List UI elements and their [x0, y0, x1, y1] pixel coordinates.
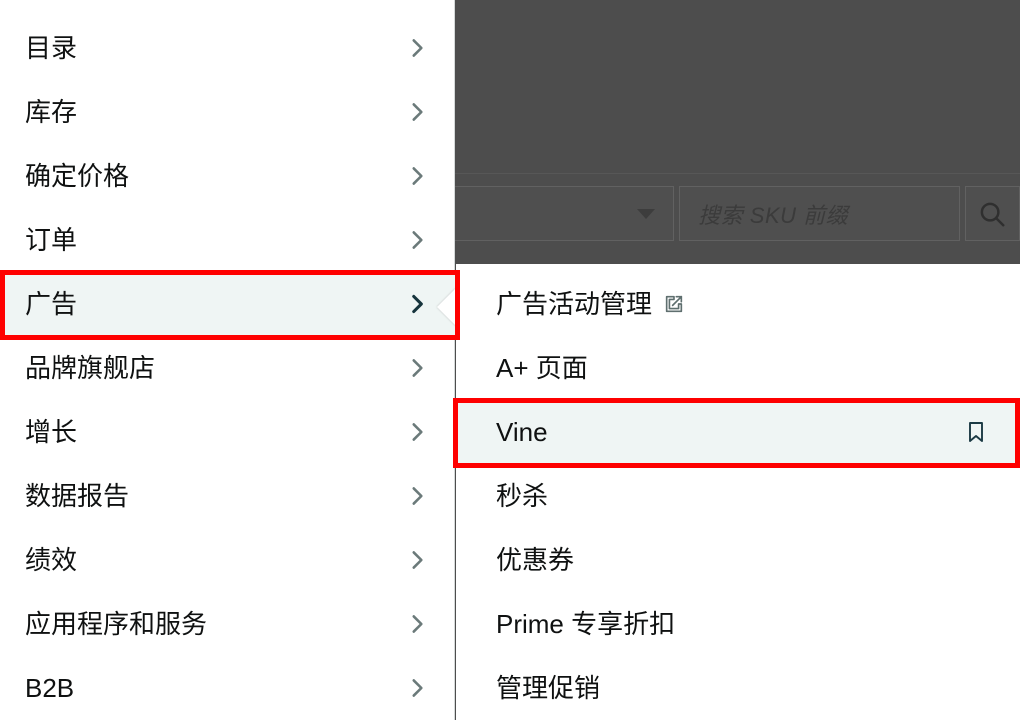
sidebar-item-1[interactable]: 目录 [0, 16, 455, 80]
submenu-item-label: 优惠券 [496, 545, 575, 575]
sidebar-item-label: 数据报告 [25, 481, 130, 511]
sidebar-item-7[interactable]: 增长 [0, 400, 455, 464]
sidebar-item-9[interactable]: 绩效 [0, 528, 455, 592]
chevron-right-icon [412, 294, 423, 314]
sidebar-item-10[interactable]: 应用程序和服务 [0, 592, 455, 656]
submenu-item-label-wrap: 广告活动管理 [496, 291, 988, 317]
chevron-right-icon [412, 551, 423, 569]
sidebar-item-2[interactable]: 库存 [0, 80, 455, 144]
sidebar-item-label: 目录 [25, 33, 78, 63]
chevron-right-icon [404, 35, 430, 61]
chevron-right-icon [404, 163, 430, 189]
search-button[interactable] [964, 186, 1020, 241]
search-input[interactable]: 搜索 SKU 前缀 [679, 186, 960, 241]
sidebar-item-11[interactable]: B2B [0, 656, 455, 720]
sidebar-item-label: 应用程序和服务 [25, 609, 208, 639]
sidebar-item-5[interactable]: 广告 [0, 272, 455, 336]
submenu-item-label-wrap: Vine [496, 419, 964, 445]
advertising-submenu-panel[interactable]: 广告活动管理 A+ 页面 Vine 秒杀优惠券 Prime 专享折扣 管理促销 [456, 264, 1020, 720]
chevron-right-icon [404, 675, 430, 701]
sidebar-item-label: 订单 [25, 225, 78, 255]
search-input-placeholder: 搜索 SKU 前缀 [698, 202, 849, 228]
submenu-item-label-wrap: 管理促销 [496, 675, 988, 701]
submenu-item-label-wrap: 秒杀 [496, 483, 988, 509]
chevron-right-icon [404, 227, 430, 253]
submenu-item-label-wrap: Prime 专享折扣 [496, 611, 988, 637]
sidebar-item-label: 绩效 [25, 545, 78, 575]
chevron-right-icon [412, 487, 423, 505]
submenu-item-3[interactable]: Vine [456, 400, 1020, 464]
sidebar-item-label: 广告 [25, 289, 78, 319]
chevron-right-icon [412, 167, 423, 185]
search-icon [981, 202, 1005, 226]
chevron-right-icon [412, 359, 423, 377]
sidebar-item-4[interactable]: 订单 [0, 208, 455, 272]
chevron-down-icon [637, 208, 656, 219]
sidebar-item-3[interactable]: 确定价格 [0, 144, 455, 208]
sidebar-item-label: 增长 [25, 417, 78, 447]
chevron-right-icon [412, 231, 423, 249]
submenu-item-label: Prime 专享折扣 [496, 609, 676, 639]
submenu-item-4[interactable]: 秒杀 [456, 464, 1020, 528]
submenu-item-label-wrap: 优惠券 [496, 547, 988, 573]
submenu-item-1[interactable]: 广告活动管理 [456, 272, 1020, 336]
chevron-right-icon [404, 355, 430, 381]
chevron-right-icon [412, 615, 423, 633]
submenu-item-5[interactable]: 优惠券 [456, 528, 1020, 592]
chevron-right-icon [412, 103, 423, 121]
sidebar-item-8[interactable]: 数据报告 [0, 464, 455, 528]
submenu-item-label-wrap: A+ 页面 [496, 355, 988, 381]
submenu-item-label: Vine [496, 417, 548, 447]
submenu-item-label: 广告活动管理 [496, 289, 653, 319]
submenu-item-label: A+ 页面 [496, 353, 588, 383]
sidebar-item-label: 确定价格 [25, 161, 130, 191]
chevron-right-icon [412, 39, 423, 57]
submenu-item-label: 秒杀 [496, 481, 549, 511]
chevron-right-icon [404, 547, 430, 573]
sidebar-item-label: B2B [25, 673, 75, 703]
bookmark-icon[interactable] [964, 420, 988, 444]
submenu-item-2[interactable]: A+ 页面 [456, 336, 1020, 400]
chevron-right-icon [412, 679, 423, 697]
primary-sidebar-menu[interactable]: 目录库存确定价格订单广告品牌旗舰店增长数据报告绩效应用程序和服务 B2B [0, 0, 455, 720]
external-link-icon [663, 293, 685, 315]
sidebar-item-6[interactable]: 品牌旗舰店 [0, 336, 455, 400]
submenu-item-6[interactable]: Prime 专享折扣 [456, 592, 1020, 656]
chevron-right-icon [404, 291, 430, 317]
chevron-right-icon [404, 99, 430, 125]
chevron-right-icon [404, 483, 430, 509]
flyout-caret-icon [437, 288, 456, 326]
chevron-right-icon [412, 423, 423, 441]
sidebar-item-label: 品牌旗舰店 [25, 353, 156, 383]
submenu-item-7[interactable]: 管理促销 [456, 656, 1020, 720]
sidebar-item-label: 库存 [25, 97, 78, 127]
chevron-right-icon [404, 611, 430, 637]
chevron-right-icon [404, 419, 430, 445]
submenu-item-label: 管理促销 [496, 673, 601, 703]
